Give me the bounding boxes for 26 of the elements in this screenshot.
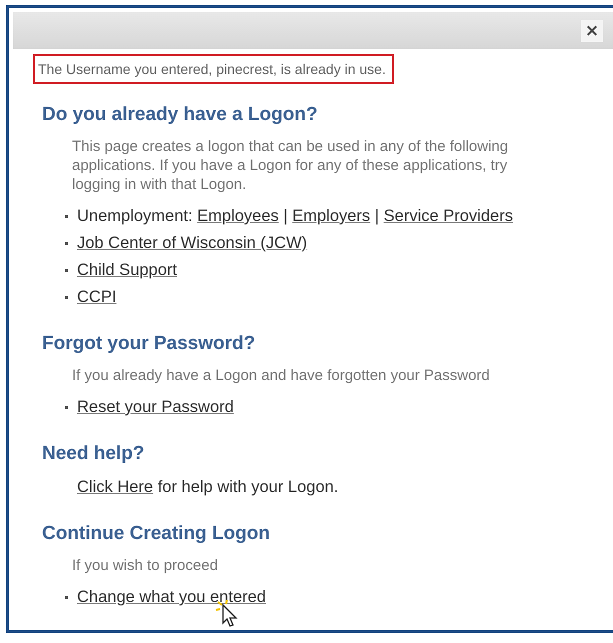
- bullet-icon: [65, 242, 68, 244]
- link[interactable]: Reset your Password: [77, 398, 234, 416]
- section-heading: Need help?: [42, 443, 146, 465]
- bullet-icon: [65, 406, 68, 408]
- link[interactable]: Employers: [292, 207, 370, 225]
- section-heading: Continue Creating Logon: [42, 523, 271, 545]
- bullet-icon: [65, 296, 68, 298]
- link[interactable]: Change what you entered: [77, 588, 266, 606]
- link[interactable]: Job Center of Wisconsin (JCW): [77, 234, 308, 252]
- bullet-icon: [65, 596, 68, 598]
- close-button[interactable]: ×: [581, 20, 603, 42]
- link[interactable]: Child Support: [77, 261, 177, 279]
- link[interactable]: Service Providers: [384, 207, 513, 225]
- section-description: This page creates a logon that can be used in any of the following applications. If you have a Logon for any of these applications, try logging in with that Logon.: [72, 137, 510, 194]
- bullet-icon: [65, 268, 68, 272]
- item-text: Unemployment: Employees | Employers | Service Providers: [77, 206, 513, 226]
- section-heading: Forgot your Password?: [42, 333, 256, 355]
- section-heading: Do you already have a Logon?: [42, 104, 319, 126]
- section-description: If you wish to proceed: [72, 556, 219, 575]
- link[interactable]: Click Here: [77, 478, 154, 496]
- bullet-icon: [65, 214, 68, 218]
- error-message: The Username you entered, pinecrest, is already in use.: [33, 54, 394, 84]
- item-text: Click Here for help with your Logon.: [77, 477, 338, 497]
- link[interactable]: CCPI: [77, 288, 116, 306]
- link[interactable]: Employees: [197, 207, 279, 225]
- section-description: If you already have a Logon and have forgotten your Password: [72, 366, 491, 385]
